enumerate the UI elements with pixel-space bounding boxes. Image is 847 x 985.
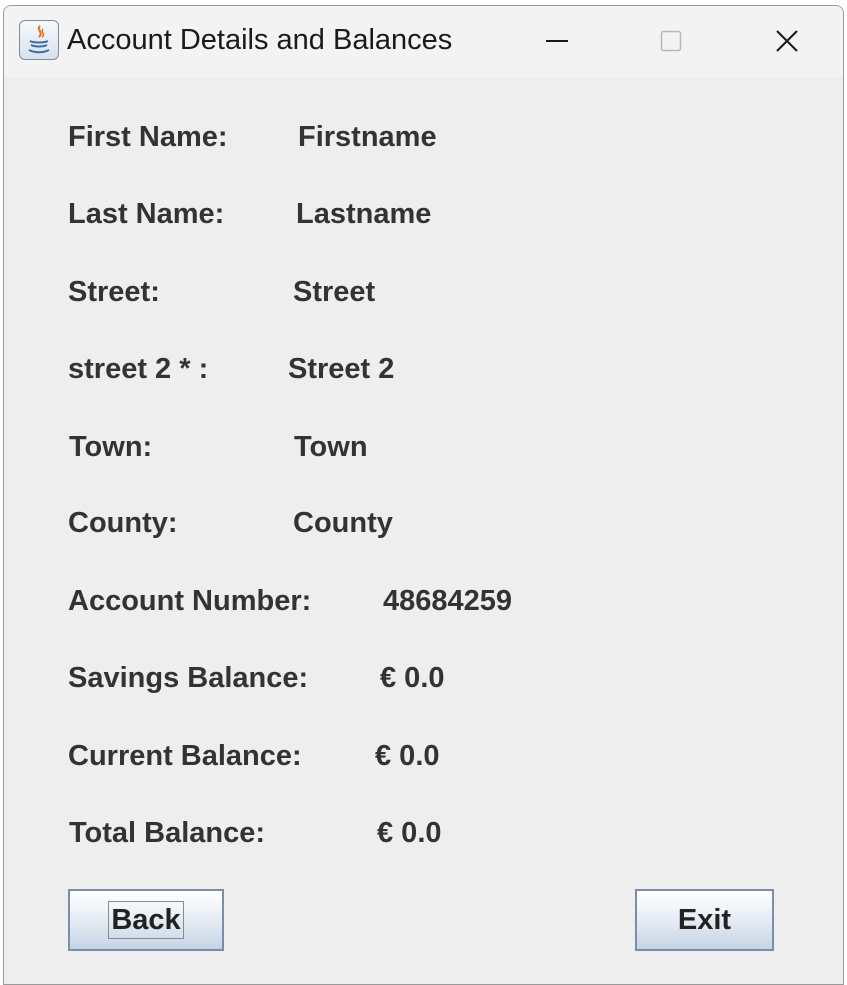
account-number-value: 48684259 (383, 585, 513, 617)
first-name-value: Firstname (298, 121, 437, 153)
town-label: Town: (69, 431, 153, 463)
exit-button[interactable]: Exit (635, 889, 774, 951)
exit-button-label: Exit (677, 903, 732, 936)
total-balance-label: Total Balance: (69, 817, 266, 849)
county-label: County: (68, 507, 178, 539)
close-button[interactable] (729, 6, 843, 76)
current-balance-value: € 0.0 (375, 740, 440, 772)
back-button[interactable]: Back (68, 889, 224, 951)
savings-balance-value: € 0.0 (380, 662, 445, 694)
street2-value: Street 2 (288, 353, 395, 385)
title-bar: Account Details and Balances (4, 6, 843, 77)
first-name-label: First Name: (68, 121, 228, 153)
street-value: Street (293, 276, 376, 308)
app-window: Account Details and Balances First Name:… (3, 5, 844, 985)
back-button-label: Back (108, 901, 184, 939)
window-title: Account Details and Balances (67, 24, 453, 56)
current-balance-label: Current Balance: (68, 740, 302, 772)
close-icon (775, 30, 798, 52)
maximize-icon (660, 30, 681, 52)
street-label: Street: (68, 276, 160, 308)
county-value: County (293, 507, 393, 539)
savings-balance-label: Savings Balance: (68, 662, 309, 694)
minimize-icon (545, 40, 568, 42)
last-name-value: Lastname (296, 198, 432, 230)
last-name-label: Last Name: (68, 198, 225, 230)
account-number-label: Account Number: (68, 585, 312, 617)
total-balance-value: € 0.0 (377, 817, 442, 849)
town-value: Town (294, 431, 368, 463)
minimize-button[interactable] (499, 6, 614, 76)
maximize-button[interactable] (613, 6, 728, 76)
street2-label: street 2 * : (68, 353, 209, 385)
java-app-icon (19, 20, 59, 60)
